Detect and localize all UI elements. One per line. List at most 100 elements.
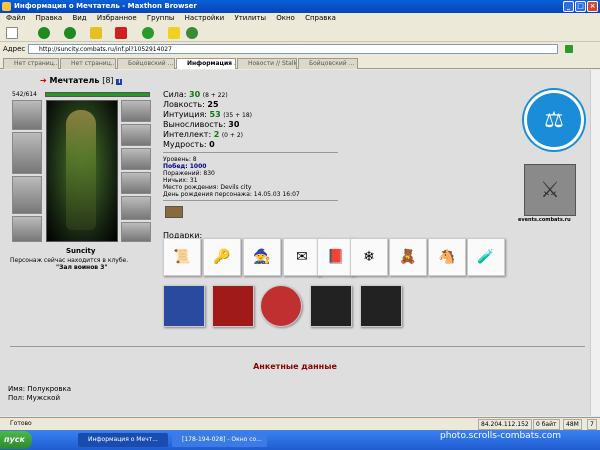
- stat-endurance: Выносливость: 30: [163, 120, 240, 129]
- events-link[interactable]: events.combats.ru: [518, 217, 571, 223]
- arrow-icon: ➔: [40, 76, 47, 85]
- gift-figurine-icon[interactable]: 🧙: [243, 238, 281, 276]
- star-icon[interactable]: [168, 27, 180, 39]
- info-birthplace: Место рождения: Devils city: [163, 184, 252, 191]
- back-icon[interactable]: [38, 27, 50, 39]
- minimize-button[interactable]: _: [563, 1, 574, 12]
- status-bar: Готово 84.204.112.152 0 байт 48M 7: [0, 417, 600, 430]
- tab-1[interactable]: Нет страниц...: [3, 58, 59, 69]
- menu-bar: Файл Правка Вид Избранное Группы Настрой…: [0, 13, 600, 24]
- info-birthday: День рождения персонажа: 14.05.03 16:07: [163, 191, 300, 198]
- gift-horse-icon[interactable]: 🐴: [428, 238, 466, 276]
- gift-potion-icon[interactable]: 🧪: [467, 238, 505, 276]
- close-button[interactable]: ×: [587, 1, 598, 12]
- stat-intellect: Интеллект: 2 (0 + 2): [163, 130, 243, 139]
- url-input[interactable]: http://suncity.combats.ru/inf.pl?1052914…: [28, 44, 558, 54]
- go-icon[interactable]: [565, 45, 573, 53]
- guild-badge-icon[interactable]: [165, 206, 183, 218]
- stat-wisdom: Мудрость: 0: [163, 140, 215, 149]
- armor-slot[interactable]: [12, 176, 42, 214]
- shield-slot[interactable]: [121, 196, 151, 220]
- gloves-slot[interactable]: [121, 172, 151, 194]
- status-bytes: 0 байт: [533, 419, 560, 430]
- status-number: 7: [587, 419, 597, 430]
- character-level: [8]: [102, 76, 114, 85]
- maximize-button[interactable]: □: [575, 1, 586, 12]
- vertical-scrollbar[interactable]: [590, 70, 600, 416]
- gift-key-icon[interactable]: 🔑: [203, 238, 241, 276]
- taskbar-item-browser[interactable]: Информация о Мечт...: [78, 433, 168, 447]
- watermark: photo.scrolls-combats.com: [440, 431, 561, 441]
- menu-file[interactable]: Файл: [6, 14, 25, 22]
- weapon-slot[interactable]: [12, 132, 42, 174]
- divider: [163, 152, 338, 153]
- start-button[interactable]: пуск: [0, 431, 32, 449]
- forward-icon[interactable]: [64, 27, 76, 39]
- character-name-line: ➔ Мечтатель [8] i: [40, 76, 123, 85]
- info-level: Уровень: 8: [163, 156, 197, 163]
- hp-bar: [45, 92, 150, 97]
- menu-help[interactable]: Справка: [305, 14, 336, 22]
- location-line-2: "Зал воинов 3": [56, 264, 108, 271]
- tab-6[interactable]: Бойцовский ...: [298, 58, 358, 69]
- gift-heart-icon[interactable]: [260, 285, 302, 327]
- hp-value: 542/614: [12, 91, 37, 98]
- character-figure: [66, 110, 96, 230]
- tab-2[interactable]: Нет страниц...: [60, 58, 116, 69]
- gift-card-red-icon[interactable]: [212, 285, 254, 327]
- character-name: Мечтатель: [49, 76, 100, 85]
- menu-tools[interactable]: Утилиты: [234, 14, 266, 22]
- menu-settings[interactable]: Настройки: [185, 14, 225, 22]
- gift-snowflake-icon[interactable]: ❄: [350, 238, 388, 276]
- tab-5[interactable]: Новости // Stalk...: [237, 58, 297, 69]
- tab-3[interactable]: Бойцовский ...: [117, 58, 175, 69]
- taskbar-item-chat[interactable]: [178-194-028] - Окно со...: [172, 433, 267, 447]
- gift-scroll-icon[interactable]: 📜: [163, 238, 201, 276]
- tab-4-active[interactable]: Информация ...: [176, 58, 236, 69]
- home-icon[interactable]: [186, 27, 198, 39]
- menu-window[interactable]: Окно: [276, 14, 295, 22]
- stat-strength: Сила: 30 (8 + 22): [163, 90, 228, 99]
- rings-slot[interactable]: [121, 148, 151, 170]
- refresh-icon[interactable]: [142, 27, 154, 39]
- window-title-bar: Информация о Мечтатель - Maxthon Browser…: [0, 0, 600, 13]
- menu-view[interactable]: Вид: [72, 14, 86, 22]
- info-icon[interactable]: i: [116, 79, 123, 85]
- gift-card-blue-icon[interactable]: [163, 285, 205, 327]
- info-draws: Ничьих: 31: [163, 177, 198, 184]
- profile-sex: Пол: Мужской: [8, 394, 61, 402]
- events-banner-icon[interactable]: ⚔: [524, 164, 576, 216]
- gift-card-black-icon[interactable]: [310, 285, 352, 327]
- address-bar: Адрес http://suncity.combats.ru/inf.pl?1…: [0, 42, 600, 56]
- status-memory: 48M: [563, 419, 582, 430]
- menu-edit[interactable]: Правка: [36, 14, 63, 22]
- stat-agility: Ловкость: 25: [163, 100, 219, 109]
- gift-card-black-2-icon[interactable]: [360, 285, 402, 327]
- window-title: Информация о Мечтатель - Maxthon Browser: [14, 2, 197, 10]
- profile-name: Имя: Полукровка: [8, 385, 72, 393]
- divider: [163, 200, 338, 201]
- browser-icon: [2, 2, 11, 11]
- helmet-slot[interactable]: [12, 100, 42, 130]
- address-label: Адрес: [3, 45, 26, 53]
- stop-icon[interactable]: [115, 27, 127, 39]
- alignment-emblem-icon[interactable]: ⚖: [524, 90, 584, 150]
- toolbar: [0, 24, 600, 42]
- gift-doll-icon[interactable]: 🧸: [389, 238, 427, 276]
- divider: [10, 346, 585, 347]
- gift-letter-icon[interactable]: ✉: [283, 238, 321, 276]
- page-content: ➔ Мечтатель [8] i 542/614 Suncity Персон…: [0, 70, 590, 416]
- portrait-label: Suncity: [66, 247, 96, 255]
- favorites-icon[interactable]: [90, 27, 102, 39]
- boots-slot[interactable]: [121, 222, 151, 242]
- earrings-slot[interactable]: [121, 100, 151, 122]
- tab-bar: Нет страниц... Нет страниц... Бойцовский…: [0, 57, 600, 69]
- menu-favorites[interactable]: Избранное: [97, 14, 137, 22]
- stat-intuition: Интуиция: 53 (35 + 18): [163, 110, 252, 119]
- new-page-icon[interactable]: [6, 27, 18, 39]
- amulet-slot[interactable]: [121, 124, 151, 146]
- menu-groups[interactable]: Группы: [147, 14, 175, 22]
- location-line-1: Персонаж сейчас находится в клубе.: [10, 257, 129, 264]
- status-ip: 84.204.112.152: [478, 419, 532, 430]
- belt-slot[interactable]: [12, 216, 42, 242]
